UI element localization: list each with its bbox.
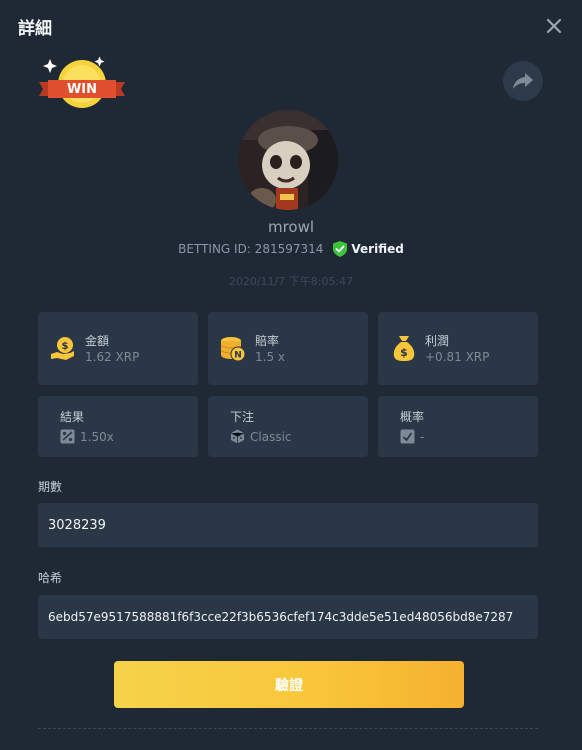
money-hand-icon: $ — [51, 337, 74, 360]
detail-value: Classic — [250, 430, 292, 444]
svg-text:$: $ — [62, 341, 69, 352]
bet-type-card: 下注 Classic — [208, 396, 368, 457]
detail-label: 結果 — [60, 410, 85, 424]
probability-icon — [400, 429, 415, 444]
svg-text:N: N — [234, 351, 242, 361]
stat-label: 利潤 — [425, 334, 450, 348]
bet-details-modal: 詳細 WIN mrowl BETTING ID: 281597314 Verif… — [0, 0, 582, 750]
verified-label: Verified — [351, 242, 404, 256]
close-icon[interactable] — [544, 16, 564, 36]
divider — [38, 728, 538, 729]
detail-label: 概率 — [400, 410, 425, 424]
period-field[interactable]: 3028239 — [38, 503, 538, 547]
coins-icon: N — [220, 337, 246, 362]
verified-shield-icon — [333, 241, 348, 257]
modal-title: 詳細 — [18, 19, 52, 39]
amount-card: $ 金額 1.62 XRP — [38, 312, 198, 385]
stat-value: 1.5 x — [255, 350, 285, 364]
stat-label: 金額 — [85, 334, 110, 348]
avatar-image — [238, 110, 338, 210]
verified-status: Verified — [333, 241, 404, 257]
hash-label: 哈希 — [38, 571, 63, 585]
stat-label: 賠率 — [255, 334, 280, 348]
svg-text:$: $ — [400, 346, 408, 359]
share-button[interactable] — [503, 61, 543, 101]
dice-icon — [230, 429, 245, 444]
share-arrow-icon — [513, 73, 533, 89]
period-label: 期數 — [38, 480, 63, 494]
result-card: 結果 1.50x — [38, 396, 198, 457]
detail-value: - — [420, 430, 425, 444]
username: mrowl — [267, 218, 315, 236]
bet-timestamp: 2020/11/7 下午8:05:47 — [228, 275, 354, 288]
win-badge-text: WIN — [66, 81, 98, 97]
betting-id: BETTING ID: 281597314 — [178, 242, 324, 256]
detail-label: 下注 — [230, 410, 255, 424]
stat-value: 1.62 XRP — [85, 350, 140, 364]
profit-card: $ 利潤 +0.81 XRP — [378, 312, 538, 385]
result-icon — [60, 429, 75, 444]
detail-value: 1.50x — [80, 430, 114, 444]
avatar — [238, 110, 338, 210]
bet-id-row: BETTING ID: 281597314 Verified — [0, 241, 582, 257]
hash-field[interactable]: 6ebd57e9517588881f6f3cce22f3b6536cfef174… — [38, 595, 538, 639]
money-bag-icon: $ — [393, 336, 415, 361]
verify-button[interactable]: 驗證 — [114, 661, 464, 708]
probability-card: 概率 - — [378, 396, 538, 457]
stat-value: +0.81 XRP — [425, 350, 490, 364]
win-badge: WIN — [36, 56, 128, 114]
odds-card: N 賠率 1.5 x — [208, 312, 368, 385]
